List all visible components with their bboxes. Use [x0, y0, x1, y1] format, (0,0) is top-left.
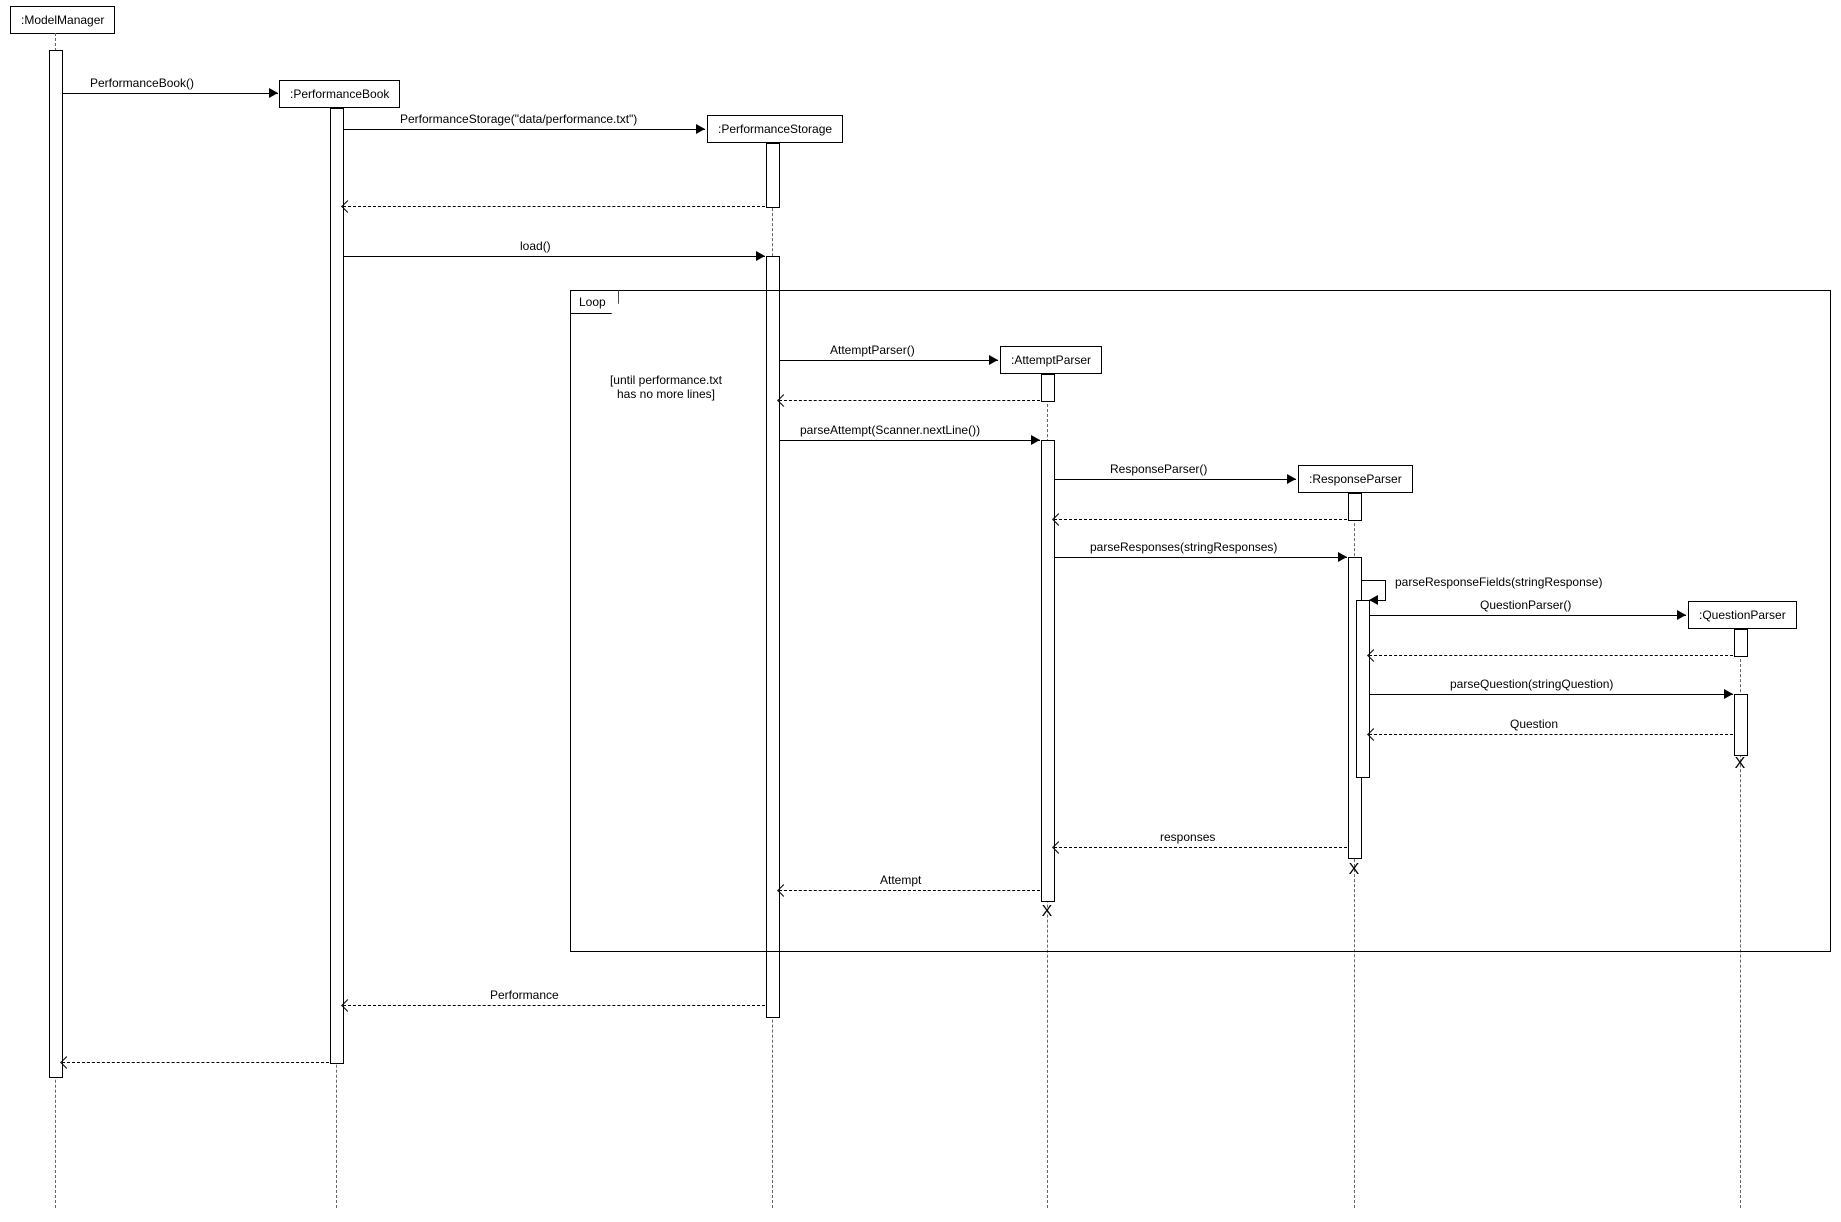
loop-label-text: Loop [579, 295, 606, 309]
lifeline-label: :PerformanceBook [290, 87, 389, 101]
destroy-response-parser: X [1349, 861, 1360, 879]
msg-text: parseResponseFields(stringResponse) [1395, 575, 1602, 589]
msg-parse-question: parseQuestion(stringQuestion) [1450, 677, 1613, 691]
arrowhead-parse-attempt [1031, 435, 1040, 445]
activation-performance-storage-1 [766, 143, 780, 208]
sequence-diagram: :ModelManager :PerformanceBook :Performa… [0, 0, 1841, 1222]
lifeline-model-manager: :ModelManager [10, 6, 115, 34]
lifeline-performance-book: :PerformanceBook [279, 80, 400, 108]
msg-return-question: Question [1510, 717, 1558, 731]
msg-parse-responses: parseResponses(stringResponses) [1090, 540, 1277, 554]
activation-model-manager [49, 50, 63, 1078]
msg-text: Question [1510, 717, 1558, 731]
msg-return-attempt: Attempt [880, 873, 921, 887]
destroy-question-parser: X [1735, 755, 1746, 773]
return-model-manager [62, 1062, 329, 1063]
activation-performance-book [330, 108, 344, 1064]
arrow-attempt-parser [779, 360, 998, 361]
msg-parse-attempt: parseAttempt(Scanner.nextLine()) [800, 423, 980, 437]
lifeline-label: :ModelManager [21, 13, 104, 27]
msg-text: ResponseParser() [1110, 462, 1207, 476]
msg-text: load() [520, 239, 551, 253]
return-performance [343, 1005, 765, 1006]
arrow-load [343, 256, 765, 257]
msg-text: responses [1160, 830, 1215, 844]
arrowhead-parse-question [1724, 689, 1733, 699]
destroy-attempt-parser: X [1042, 903, 1053, 921]
loop-guard: [until performance.txt has no more lines… [586, 359, 746, 401]
arrowhead-attempt-parser [989, 355, 998, 365]
msg-text: parseQuestion(stringQuestion) [1450, 677, 1613, 691]
arrow-parse-question [1369, 694, 1733, 695]
arrow-response-parser [1054, 479, 1296, 480]
msg-text: Attempt [880, 873, 921, 887]
msg-parse-response-fields: parseResponseFields(stringResponse) [1395, 575, 1602, 589]
return-performance-storage [343, 206, 765, 207]
msg-return-performance: Performance [490, 988, 559, 1002]
return-attempt-parser-create [779, 400, 1040, 401]
msg-text: PerformanceStorage("data/performance.txt… [400, 112, 637, 126]
arrow-performance-book [62, 93, 278, 94]
arrow-question-parser [1369, 615, 1686, 616]
arrowhead-self [1369, 595, 1378, 605]
return-question-parser-create [1369, 655, 1733, 656]
loop-fragment [570, 290, 1831, 952]
msg-attempt-parser: AttemptParser() [830, 343, 915, 357]
msg-text: parseResponses(stringResponses) [1090, 540, 1277, 554]
lifeline-performance-storage: :PerformanceStorage [707, 115, 843, 143]
return-question [1369, 734, 1733, 735]
arrowhead-load [756, 251, 765, 261]
return-attempt [779, 890, 1040, 891]
arrow-performance-storage [343, 129, 705, 130]
msg-response-parser: ResponseParser() [1110, 462, 1207, 476]
lifeline-label: :PerformanceStorage [718, 122, 832, 136]
msg-performance-book: PerformanceBook() [90, 76, 194, 90]
return-response-parser-create [1054, 519, 1347, 520]
msg-text: PerformanceBook() [90, 76, 194, 90]
arrowhead-performance-storage [696, 124, 705, 134]
arrowhead-parse-responses [1338, 552, 1347, 562]
msg-load: load() [520, 239, 551, 253]
msg-question-parser: QuestionParser() [1480, 598, 1571, 612]
arrowhead-response-parser [1287, 474, 1296, 484]
loop-guard-text: [until performance.txt has no more lines… [610, 373, 722, 401]
arrowhead-question-parser [1677, 610, 1686, 620]
msg-text: QuestionParser() [1480, 598, 1571, 612]
msg-text: Performance [490, 988, 559, 1002]
loop-label: Loop [570, 290, 619, 314]
msg-return-responses: responses [1160, 830, 1215, 844]
msg-performance-storage: PerformanceStorage("data/performance.txt… [400, 112, 637, 126]
msg-text: AttemptParser() [830, 343, 915, 357]
arrowhead-performance-book [269, 88, 278, 98]
arrow-parse-attempt [779, 440, 1040, 441]
arrow-parse-responses [1054, 557, 1347, 558]
return-responses [1054, 847, 1347, 848]
msg-text: parseAttempt(Scanner.nextLine()) [800, 423, 980, 437]
